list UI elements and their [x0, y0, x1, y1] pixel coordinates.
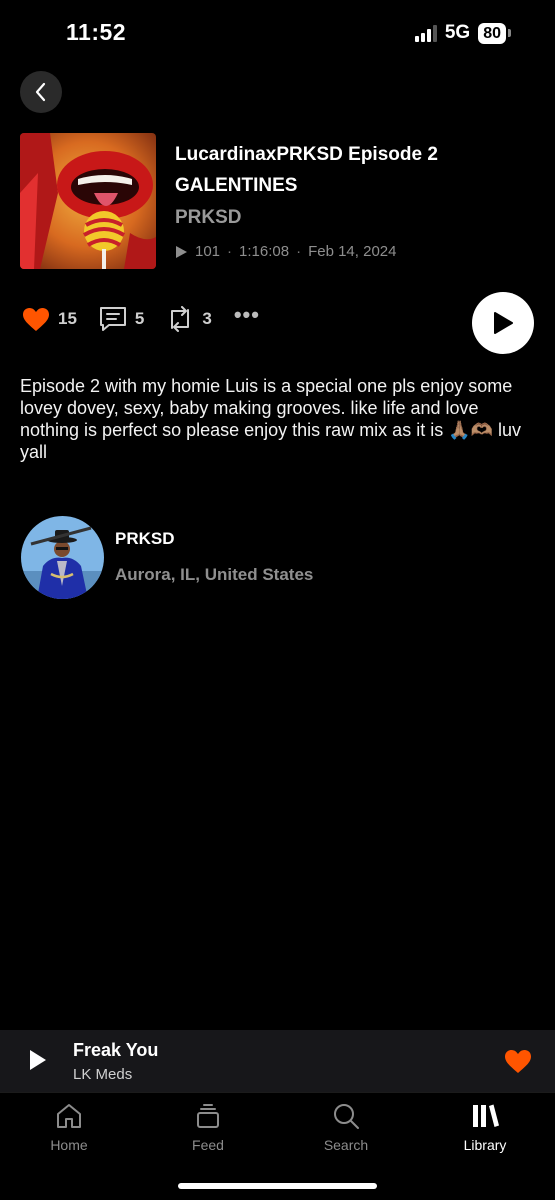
play-icon — [30, 1050, 46, 1070]
tab-library[interactable]: Library — [435, 1101, 535, 1153]
action-row: 15 5 3 ••• — [22, 304, 282, 332]
like-count: 15 — [58, 309, 77, 328]
status-time: 11:52 — [66, 19, 127, 45]
track-meta: 101 · 1:16:08 · Feb 14, 2024 — [175, 243, 535, 260]
more-icon: ••• — [233, 302, 260, 327]
track-duration: 1:16:08 — [239, 243, 290, 260]
heart-icon — [505, 1050, 531, 1073]
repost-button[interactable]: 3 — [166, 306, 212, 332]
track-description: Episode 2 with my homie Luis is a specia… — [20, 376, 522, 462]
uploader-avatar[interactable] — [21, 516, 104, 599]
meta-separator: · — [296, 243, 302, 260]
back-button[interactable] — [20, 71, 62, 113]
search-icon — [334, 1104, 359, 1129]
like-button[interactable]: 15 — [22, 307, 77, 332]
home-icon — [57, 1104, 81, 1128]
status-indicators: 5G 80 — [414, 22, 511, 44]
tab-label: Feed — [192, 1137, 224, 1153]
tab-label: Search — [323, 1137, 369, 1153]
track-artist[interactable]: PRKSD — [175, 207, 535, 229]
track-artwork[interactable] — [20, 133, 156, 269]
chevron-left-icon — [35, 82, 46, 102]
heart-icon — [23, 307, 49, 331]
mini-player-title: Freak You — [73, 1040, 159, 1060]
play-icon — [494, 312, 513, 334]
home-indicator — [178, 1183, 377, 1189]
comment-count: 5 — [134, 309, 145, 328]
repost-count: 3 — [202, 309, 212, 328]
feed-icon — [197, 1104, 219, 1128]
comment-icon — [99, 307, 126, 331]
mini-play-button[interactable] — [28, 1049, 48, 1076]
battery-level: 80 — [478, 22, 506, 44]
tab-label: Home — [50, 1137, 88, 1153]
uploader-name[interactable]: PRKSD — [115, 529, 175, 549]
play-button[interactable] — [472, 292, 534, 354]
track-info: LucardinaxPRKSD Episode 2 GALENTINES PRK… — [175, 139, 535, 260]
uploader-location: Aurora, IL, United States — [115, 565, 314, 584]
meta-separator: · — [227, 243, 233, 260]
comment-button[interactable]: 5 — [99, 306, 144, 332]
mini-like-button[interactable] — [504, 1049, 532, 1079]
network-label: 5G — [444, 22, 471, 43]
tab-feed[interactable]: Feed — [158, 1101, 258, 1153]
mini-player-artist: LK Meds — [73, 1066, 133, 1083]
tab-home[interactable]: Home — [19, 1101, 119, 1153]
library-icon — [473, 1104, 499, 1127]
track-date: Feb 14, 2024 — [308, 243, 397, 260]
battery-icon: 80 — [478, 22, 511, 44]
signal-icon — [414, 24, 437, 42]
play-count: 101 — [195, 243, 221, 260]
mini-player[interactable]: Freak You LK Meds — [0, 1030, 555, 1092]
status-bar: 11:52 5G 80 — [0, 0, 555, 66]
repost-icon — [171, 306, 190, 332]
tab-label: Library — [463, 1137, 507, 1153]
tab-search[interactable]: Search — [296, 1101, 396, 1153]
artwork-image — [20, 133, 156, 269]
more-options-button[interactable]: ••• — [234, 304, 260, 326]
track-title: LucardinaxPRKSD Episode 2 GALENTINES — [175, 144, 438, 196]
avatar-image — [21, 516, 104, 599]
play-count-icon — [176, 245, 187, 258]
